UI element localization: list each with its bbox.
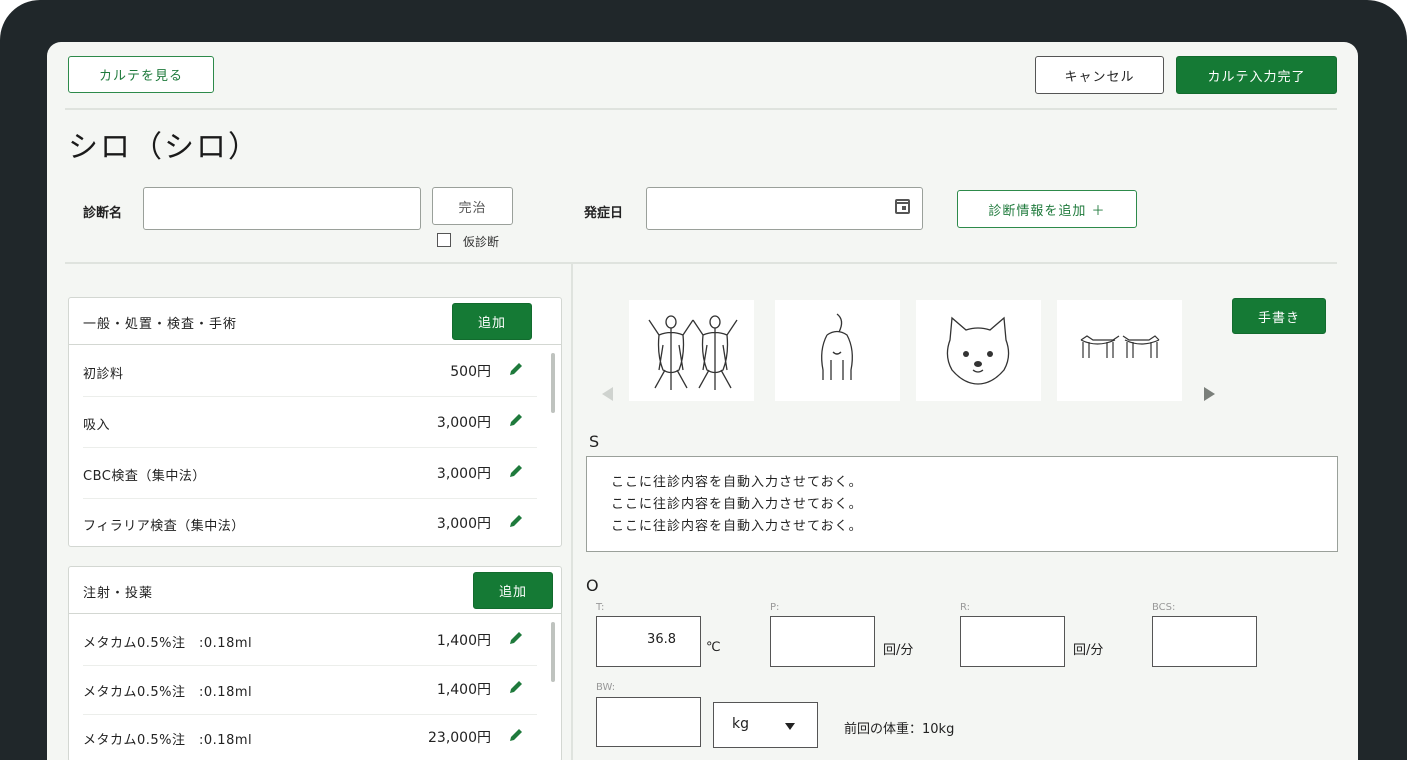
treatments-scrollbar[interactable]: [551, 353, 555, 413]
pulse-unit: 回/分: [883, 643, 914, 658]
subjective-textarea[interactable]: ここに往診内容を自動入力させておく。 ここに往診内容を自動入力させておく。 ここ…: [586, 456, 1338, 552]
dog-body-top-view-icon: [648, 315, 738, 390]
schema-thumbnail[interactable]: [629, 300, 754, 401]
bcs-label: BCS:: [1152, 602, 1176, 613]
table-row[interactable]: メタカム0.5%注 :0.18ml 1,400円: [83, 664, 537, 715]
temperature-label: T:: [596, 602, 605, 613]
table-row[interactable]: メタカム0.5%注 :0.18ml 1,400円: [83, 615, 537, 666]
injections-panel-title: 注射・投薬: [83, 586, 154, 601]
caret-down-icon: [785, 723, 795, 730]
item-price: 23,000円: [428, 730, 491, 746]
dog-side-view-icon: [1080, 335, 1160, 358]
item-name: 初診料: [83, 367, 124, 382]
tentative-diagnosis-checkbox[interactable]: [437, 233, 451, 247]
onset-date-label: 発症日: [584, 206, 624, 221]
item-price: 3,000円: [436, 516, 491, 532]
treatments-panel: 一般・処置・検査・手術 追加 初診料 500円 吸入 3,000円 CBC検査（…: [68, 297, 562, 547]
schema-thumbnail[interactable]: [916, 300, 1041, 401]
schema-thumbnail[interactable]: [775, 300, 900, 401]
temperature-input[interactable]: 36.8: [596, 616, 701, 667]
view-chart-button[interactable]: カルテを見る: [68, 56, 214, 93]
edit-pencil-icon[interactable]: [507, 360, 525, 378]
edit-pencil-icon[interactable]: [507, 726, 525, 744]
pulse-input[interactable]: [770, 616, 875, 667]
calendar-icon[interactable]: [895, 199, 910, 214]
diagnosis-divider: [65, 262, 1337, 264]
edit-pencil-icon[interactable]: [507, 629, 525, 647]
onset-date-input[interactable]: [646, 187, 923, 230]
table-row[interactable]: CBC検査（集中法） 3,000円: [83, 448, 537, 499]
item-name: メタカム0.5%注 :0.18ml: [83, 636, 253, 651]
subjective-line: ここに往診内容を自動入力させておく。: [611, 519, 863, 534]
temperature-value: 36.8: [647, 632, 676, 647]
body-weight-input[interactable]: [596, 697, 701, 747]
injections-scrollbar[interactable]: [551, 622, 555, 682]
injections-panel: 注射・投薬 追加 メタカム0.5%注 :0.18ml 1,400円 メタカム0.…: [68, 566, 562, 760]
carousel-prev-icon[interactable]: [602, 387, 613, 401]
item-price: 500円: [450, 364, 491, 380]
table-row[interactable]: 初診料 500円: [83, 346, 537, 397]
weight-unit-select[interactable]: kg: [713, 702, 818, 748]
item-name: メタカム0.5%注 :0.18ml: [83, 733, 253, 748]
table-row[interactable]: 吸入 3,000円: [83, 397, 537, 448]
item-name: メタカム0.5%注 :0.18ml: [83, 685, 253, 700]
respiration-label: R:: [960, 602, 971, 613]
respiration-unit: 回/分: [1073, 643, 1104, 658]
patient-name: シロ（シロ）: [68, 130, 260, 165]
cured-button[interactable]: 完治: [432, 187, 513, 225]
bcs-input[interactable]: [1152, 616, 1257, 667]
dog-rear-view-icon: [821, 313, 853, 380]
handwrite-button[interactable]: 手書き: [1232, 298, 1326, 334]
app-screen: カルテを見る キャンセル カルテ入力完了 シロ（シロ） 診断名 完治 仮診断 発…: [47, 42, 1358, 760]
table-row[interactable]: メタカム0.5%注 :0.18ml 23,000円: [83, 712, 537, 760]
header-divider: [65, 108, 1337, 110]
item-price: 3,000円: [436, 415, 491, 431]
item-price: 1,400円: [436, 633, 491, 649]
body-weight-label: BW:: [596, 682, 616, 693]
subjective-line: ここに往診内容を自動入力させておく。: [611, 497, 863, 512]
weight-unit-value: kg: [732, 716, 749, 732]
temperature-unit: ℃: [706, 640, 721, 655]
soap-o-label: O: [586, 576, 599, 595]
injections-panel-header: 注射・投薬 追加: [69, 567, 561, 614]
diagnosis-name-label: 診断名: [83, 206, 123, 221]
carousel-next-icon[interactable]: [1204, 387, 1215, 401]
diagnosis-name-input[interactable]: [143, 187, 421, 230]
device-frame: カルテを見る キャンセル カルテ入力完了 シロ（シロ） 診断名 完治 仮診断 発…: [0, 0, 1407, 760]
complete-chart-button[interactable]: カルテ入力完了: [1176, 56, 1337, 94]
schema-thumbnail[interactable]: [1057, 300, 1182, 401]
add-injection-button[interactable]: 追加: [473, 572, 553, 609]
table-row[interactable]: フィラリア検査（集中法） 3,000円: [83, 498, 537, 546]
add-treatment-button[interactable]: 追加: [452, 303, 532, 340]
pulse-label: P:: [770, 602, 780, 613]
treatments-panel-header: 一般・処置・検査・手術 追加: [69, 298, 561, 345]
item-price: 3,000円: [436, 466, 491, 482]
cancel-button[interactable]: キャンセル: [1035, 56, 1164, 94]
previous-weight-text: 前回の体重：10kg: [844, 722, 955, 737]
dog-face-icon: [946, 316, 1010, 385]
tentative-diagnosis-label: 仮診断: [463, 235, 500, 249]
edit-pencil-icon[interactable]: [507, 411, 525, 429]
item-name: CBC検査（集中法）: [83, 469, 206, 484]
subjective-line: ここに往診内容を自動入力させておく。: [611, 475, 863, 490]
respiration-input[interactable]: [960, 616, 1065, 667]
item-price: 1,400円: [436, 682, 491, 698]
treatments-panel-title: 一般・処置・検査・手術: [83, 317, 238, 332]
add-diagnosis-button[interactable]: 診断情報を追加 ＋: [957, 190, 1137, 228]
column-divider: [571, 264, 573, 760]
item-name: 吸入: [83, 418, 111, 433]
edit-pencil-icon[interactable]: [507, 678, 525, 696]
soap-s-label: S: [589, 432, 600, 451]
edit-pencil-icon[interactable]: [507, 462, 525, 480]
item-name: フィラリア検査（集中法）: [83, 519, 245, 534]
edit-pencil-icon[interactable]: [507, 512, 525, 530]
